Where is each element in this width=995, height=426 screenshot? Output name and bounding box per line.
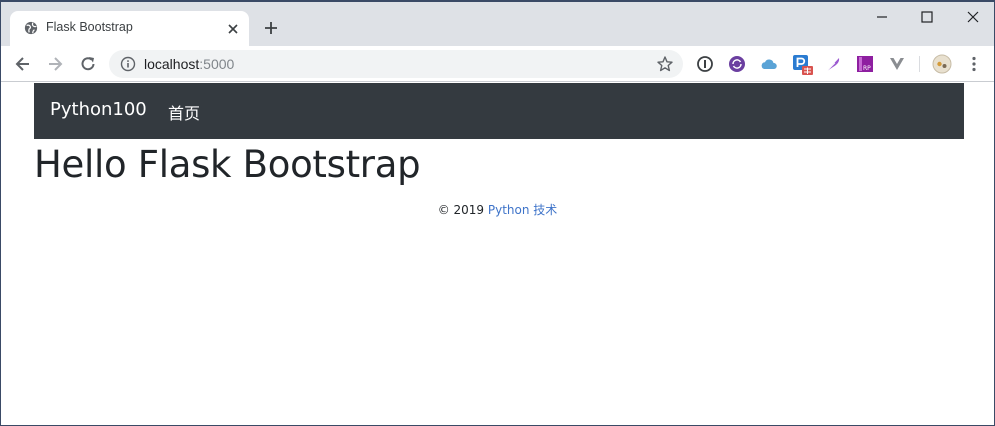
- tab-close-icon[interactable]: [225, 21, 241, 37]
- url-text[interactable]: localhost:5000: [144, 56, 234, 72]
- browser-tab[interactable]: Flask Bootstrap: [10, 11, 249, 46]
- window-close-icon[interactable]: [966, 10, 980, 24]
- forward-arrow-icon[interactable]: [45, 54, 65, 74]
- navbar-brand[interactable]: Python100: [50, 99, 147, 120]
- info-icon[interactable]: [120, 56, 136, 72]
- maximize-icon[interactable]: [920, 10, 934, 24]
- refresh-extension-icon[interactable]: [728, 55, 746, 73]
- bookmark-star-icon[interactable]: [656, 55, 674, 73]
- cloud-extension-icon[interactable]: [760, 55, 778, 73]
- tab-title: Flask Bootstrap: [46, 20, 133, 34]
- password-manager-icon[interactable]: [696, 55, 714, 73]
- nav-link-home[interactable]: 首页: [168, 100, 200, 124]
- address-bar[interactable]: localhost:5000: [109, 50, 683, 78]
- site-navbar: Python100 首页: [34, 83, 964, 139]
- svg-text:RP: RP: [863, 65, 871, 72]
- reload-icon[interactable]: [78, 54, 98, 74]
- new-tab-icon[interactable]: [262, 19, 280, 37]
- browser-toolbar: localhost:5000 RP: [1, 46, 994, 82]
- profile-avatar-icon[interactable]: [932, 54, 952, 74]
- rp-extension-icon[interactable]: RP: [856, 55, 874, 73]
- globe-icon: [24, 21, 38, 35]
- v-extension-icon[interactable]: [888, 55, 906, 73]
- page-footer: © 2019 Python 技术: [1, 201, 994, 218]
- minimize-icon[interactable]: [875, 10, 889, 24]
- page-heading: Hello Flask Bootstrap: [34, 143, 421, 186]
- back-arrow-icon[interactable]: [13, 54, 33, 74]
- toolbar-separator: [919, 56, 920, 72]
- browser-window: Flask Bootstrap localhost:5000 RP Python…: [0, 0, 995, 426]
- page-viewport: Python100 首页 Hello Flask Bootstrap © 201…: [1, 83, 994, 425]
- tab-strip: Flask Bootstrap: [1, 2, 994, 46]
- footer-link[interactable]: Python 技术: [488, 203, 557, 217]
- menu-icon[interactable]: [965, 55, 983, 73]
- footer-copyright: © 2019: [437, 203, 488, 217]
- p-extension-icon[interactable]: [792, 54, 814, 76]
- feather-extension-icon[interactable]: [824, 55, 842, 73]
